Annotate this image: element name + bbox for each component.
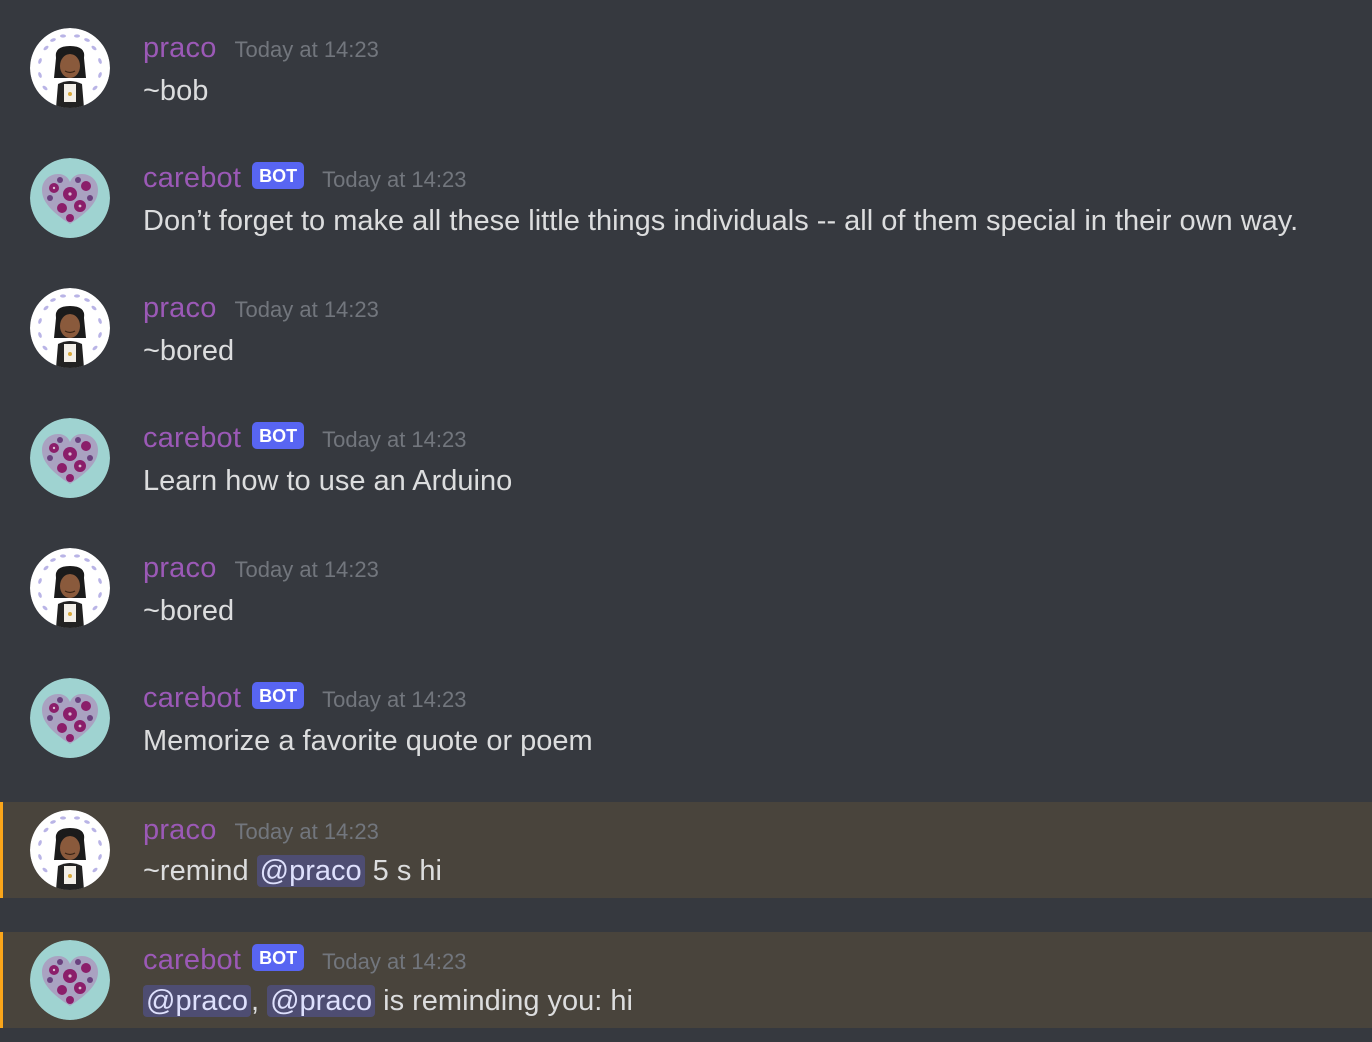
message: carebot BOT Today at 14:23 Don’t forget … [0,130,1372,226]
user-mention[interactable]: @praco [256,855,365,887]
message-content: Learn how to use an Arduino [143,465,513,497]
username[interactable]: praco [143,552,217,585]
timestamp: Today at 14:23 [322,949,467,974]
user-avatar-icon[interactable] [30,810,110,890]
user-avatar-icon[interactable] [30,548,110,628]
user-mention[interactable]: @praco [143,985,251,1017]
username[interactable]: praco [143,32,217,65]
timestamp: Today at 14:23 [322,167,467,192]
bot-avatar-icon[interactable] [30,418,110,498]
message: carebot BOT Today at 14:23 Memorize a fa… [0,650,1372,746]
message-header: praco Today at 14:23 [143,28,379,68]
message-content: Memorize a favorite quote or poem [143,725,593,757]
timestamp: Today at 14:23 [234,557,379,582]
message: praco Today at 14:23 ~bored [0,260,1372,356]
message-content: ~bored [143,335,235,367]
message-text: 5 s hi [364,855,442,887]
timestamp: Today at 14:23 [234,37,379,62]
message-content: ~remind @praco 5 s hi [143,852,442,890]
message-header: carebot BOT Today at 14:23 [143,418,466,458]
message-header: carebot BOT Today at 14:23 [143,158,466,198]
bot-avatar-icon[interactable] [30,678,110,758]
bot-avatar-icon[interactable] [30,158,110,238]
message-mentioned: carebot BOT Today at 14:23 @praco, @prac… [0,932,1372,1028]
username[interactable]: praco [143,814,217,847]
message-mentioned: praco Today at 14:23 ~remind @praco 5 s … [0,802,1372,898]
user-avatar-icon[interactable] [30,28,110,108]
chat-messages: praco Today at 14:23 ~bob carebot BOT To… [0,0,1372,1042]
bot-avatar-icon[interactable] [30,940,110,1020]
message-content: Don’t forget to make all these little th… [143,205,1299,237]
message-header: carebot BOT Today at 14:23 [143,678,466,718]
username[interactable]: praco [143,292,217,325]
username[interactable]: carebot [143,944,241,977]
message-text: ~remind [143,855,257,887]
message-header: carebot BOT Today at 14:23 [143,940,466,980]
user-avatar-icon[interactable] [30,288,110,368]
message: praco Today at 14:23 ~bored [0,520,1372,616]
timestamp: Today at 14:23 [322,427,467,452]
message-content: @praco, @praco is reminding you: hi [143,982,633,1020]
message-content: ~bob [143,75,209,107]
message-text: is reminding you: hi [375,985,633,1017]
bot-tag: BOT [252,681,305,709]
message-header: praco Today at 14:23 [143,288,379,328]
timestamp: Today at 14:23 [234,297,379,322]
user-mention[interactable]: @praco [267,985,376,1017]
message-content: ~bored [143,595,235,627]
message-header: praco Today at 14:23 [143,810,379,850]
username[interactable]: carebot [143,422,241,455]
bot-tag: BOT [252,421,305,449]
username[interactable]: carebot [143,162,241,195]
message: praco Today at 14:23 ~bob [0,0,1372,96]
timestamp: Today at 14:23 [322,687,467,712]
username[interactable]: carebot [143,682,241,715]
message: carebot BOT Today at 14:23 Learn how to … [0,390,1372,486]
message-text: , [250,985,268,1017]
bot-tag: BOT [252,943,305,971]
timestamp: Today at 14:23 [234,819,379,844]
message-header: praco Today at 14:23 [143,548,379,588]
bot-tag: BOT [252,161,305,189]
